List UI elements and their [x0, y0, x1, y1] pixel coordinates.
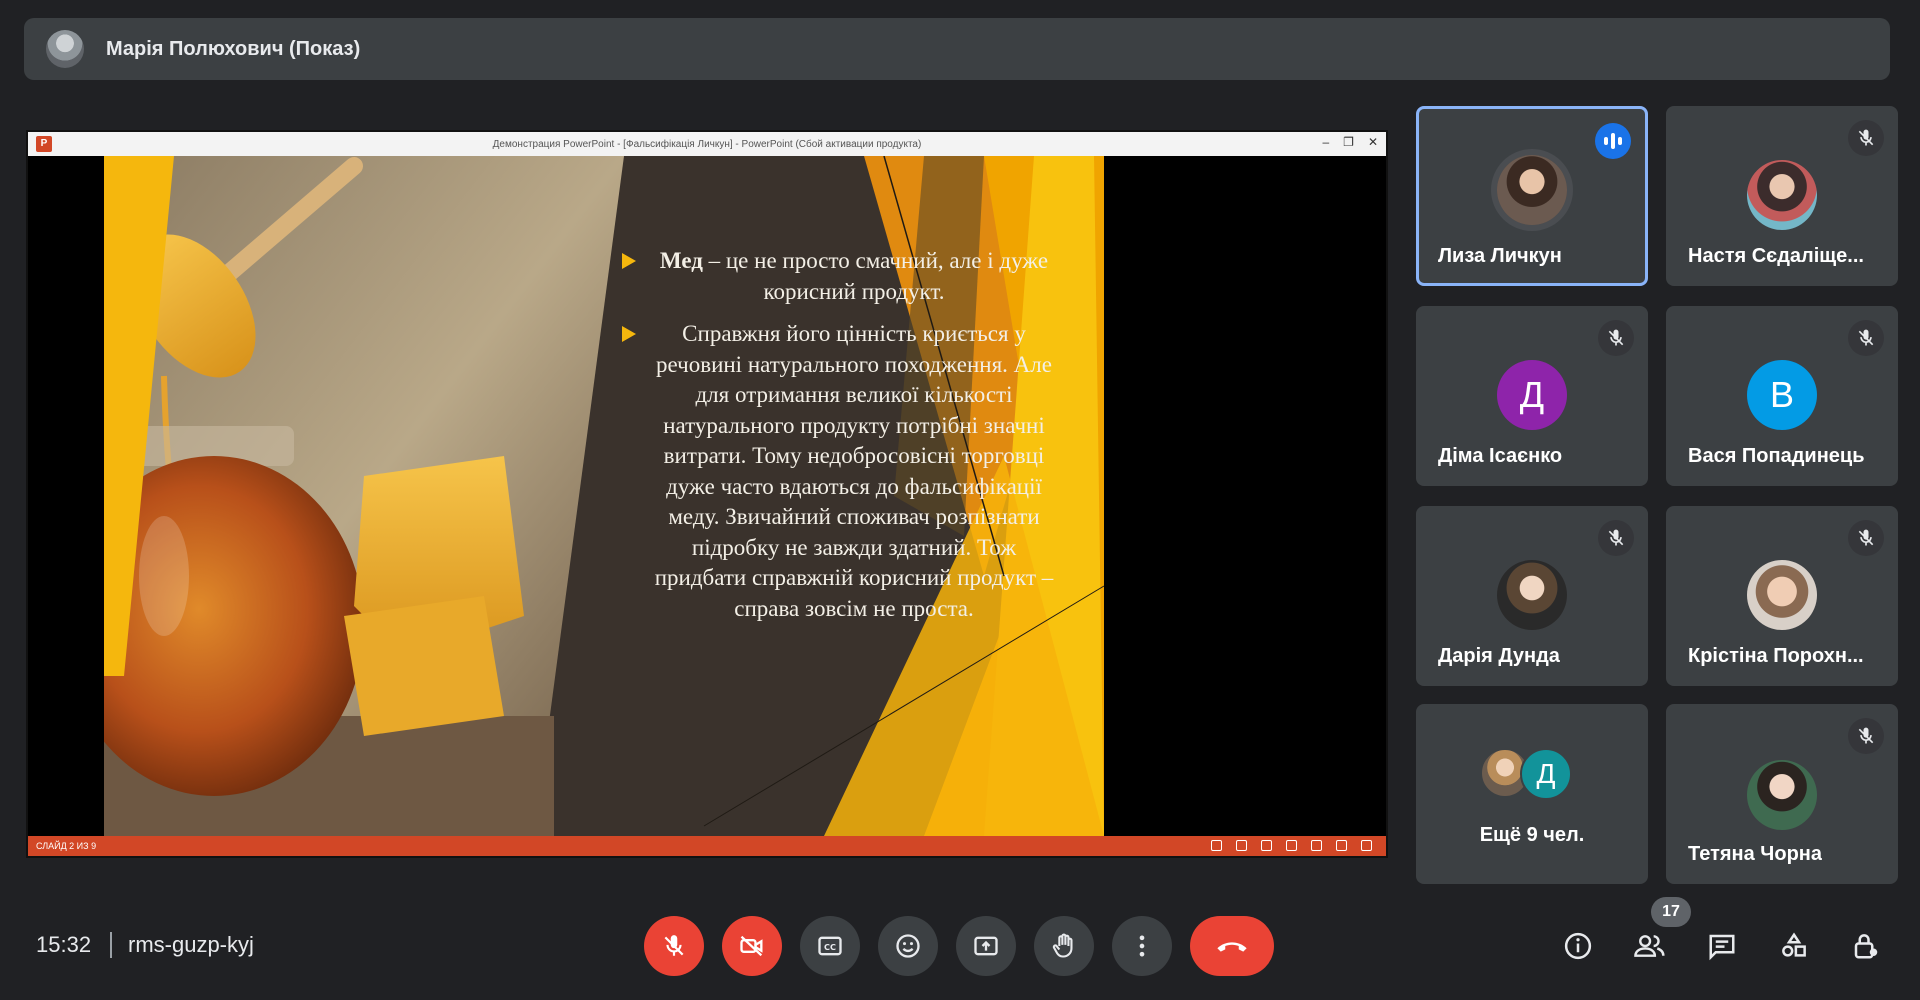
participant-name: Лиза Личкун — [1438, 245, 1562, 267]
microphone-toggle-button[interactable] — [644, 916, 704, 976]
chat-button[interactable] — [1702, 926, 1742, 966]
restore-icon: ❐ — [1343, 135, 1354, 149]
reactions-button[interactable] — [878, 916, 938, 976]
divider — [110, 932, 112, 958]
normal-view-icon — [1286, 840, 1297, 851]
slide-bullet-1-text: – це не просто смачний, але і дуже корис… — [702, 248, 1049, 304]
participant-tile[interactable]: Дарія Дунда — [1416, 506, 1648, 686]
participant-tile[interactable]: Лиза Личкун — [1416, 106, 1648, 286]
chat-icon — [1709, 934, 1735, 961]
avatar — [1497, 155, 1567, 225]
next-slide-icon — [1261, 840, 1272, 851]
avatar-initial: Д — [1536, 758, 1556, 789]
mic-off-icon — [1848, 718, 1884, 754]
captions-button[interactable]: CC — [800, 916, 860, 976]
close-icon: ✕ — [1367, 135, 1378, 149]
emoji-icon — [896, 934, 920, 958]
avatar: Д — [1497, 360, 1567, 430]
avatar — [1497, 560, 1567, 630]
window-controls: – ❐ ✕ — [1322, 135, 1378, 149]
powerpoint-titlebar: P Демонстрация PowerPoint - [Фальсифікац… — [28, 132, 1386, 156]
avatar — [1747, 760, 1817, 830]
avatar: В — [1747, 360, 1817, 430]
participant-tile[interactable]: Д Діма Ісаєнко — [1416, 306, 1648, 486]
prev-slide-icon — [1211, 840, 1222, 851]
activities-button[interactable] — [1774, 926, 1814, 966]
camera-toggle-button[interactable] — [722, 916, 782, 976]
more-participants-label: Ещё 9 чел. — [1479, 824, 1585, 846]
svg-text:CC: CC — [824, 942, 836, 952]
avatar: Д — [1520, 748, 1572, 800]
more-options-button[interactable] — [1112, 916, 1172, 976]
mic-off-icon — [1598, 520, 1634, 556]
presenter-avatar — [46, 30, 84, 68]
raise-hand-button[interactable] — [1034, 916, 1094, 976]
camera-off-icon — [740, 935, 763, 957]
powerpoint-window-title: Демонстрация PowerPoint - [Фальсифікація… — [492, 138, 922, 150]
slide: Мед – це не просто смачний, але і дуже к… — [104, 156, 1312, 836]
leave-call-button[interactable] — [1190, 916, 1274, 976]
view-icons — [1211, 840, 1372, 851]
meeting-code: rms-guzp-kyj — [128, 932, 254, 957]
more-participants-tile[interactable]: Д Ещё 9 чел. — [1416, 704, 1648, 884]
captions-icon: CC — [818, 936, 842, 956]
menu-icon — [1236, 840, 1247, 851]
mic-off-icon — [1598, 320, 1634, 356]
people-count-badge: 17 — [1651, 897, 1691, 927]
bullet-icon — [622, 253, 636, 269]
avatar-initial: Д — [1519, 374, 1545, 415]
participant-tile[interactable]: В Вася Попадинець — [1666, 306, 1898, 486]
mic-off-icon — [1848, 520, 1884, 556]
participant-name: Діма Ісаєнко — [1438, 445, 1563, 467]
participant-tile[interactable]: Тетяна Чорна — [1666, 704, 1898, 884]
activities-icon — [1782, 932, 1806, 957]
slide-bullet-1: Мед – це не просто смачний, але і дуже к… — [622, 246, 1064, 307]
speaking-icon — [1595, 123, 1631, 159]
participant-name: Тетяна Чорна — [1688, 843, 1822, 865]
info-icon — [1564, 932, 1592, 960]
avatar-initial: В — [1769, 374, 1794, 415]
shared-screen: P Демонстрация PowerPoint - [Фальсифікац… — [26, 130, 1388, 858]
participant-tile[interactable]: Настя Сєдаліще... — [1666, 106, 1898, 286]
minimize-icon: – — [1322, 135, 1330, 149]
slide-counter: СЛАЙД 2 ИЗ 9 — [36, 841, 97, 851]
present-icon — [974, 936, 998, 956]
participant-tile[interactable]: Крістіна Порохн... — [1666, 506, 1898, 686]
bullet-icon — [622, 326, 636, 342]
participant-name: Вася Попадинець — [1688, 445, 1865, 467]
lock-person-icon — [1854, 934, 1878, 959]
hand-icon — [1052, 933, 1073, 958]
avatar — [1747, 160, 1817, 230]
sorter-view-icon — [1311, 840, 1322, 851]
presenter-name: Марія Полюхович (Показ) — [106, 37, 361, 60]
slideshow-icon — [1361, 840, 1372, 851]
slide-text: Мед – це не просто смачний, але і дуже к… — [622, 246, 1064, 624]
more-vert-icon — [1139, 935, 1145, 957]
mic-off-icon — [664, 935, 684, 956]
participant-name: Крістіна Порохн... — [1688, 645, 1864, 667]
reading-view-icon — [1336, 840, 1347, 851]
presenter-bar: Марія Полюхович (Показ) — [24, 18, 1890, 80]
mic-off-icon — [1848, 120, 1884, 156]
more-participants-avatars: Д — [1480, 748, 1584, 800]
powerpoint-logo-icon: P — [36, 136, 52, 152]
participant-name: Настя Сєдаліще... — [1688, 245, 1864, 267]
host-controls-button[interactable] — [1846, 926, 1886, 966]
present-screen-button[interactable] — [956, 916, 1016, 976]
people-icon — [1634, 935, 1665, 957]
hang-up-icon — [1217, 942, 1247, 952]
meeting-details-button[interactable] — [1558, 926, 1598, 966]
meeting-time: 15:32 — [36, 932, 92, 957]
mic-off-icon — [1848, 320, 1884, 356]
people-button[interactable] — [1630, 926, 1670, 966]
slide-bullet-2: Справжня його цінність криється у речови… — [622, 319, 1064, 624]
participant-name: Дарія Дунда — [1438, 645, 1560, 667]
powerpoint-statusbar: СЛАЙД 2 ИЗ 9 — [28, 836, 1386, 856]
slide-bullet-1-bold: Мед — [659, 248, 703, 273]
avatar — [1747, 560, 1817, 630]
slide-bullet-2-text: Справжня його цінність криється у речови… — [654, 321, 1054, 621]
